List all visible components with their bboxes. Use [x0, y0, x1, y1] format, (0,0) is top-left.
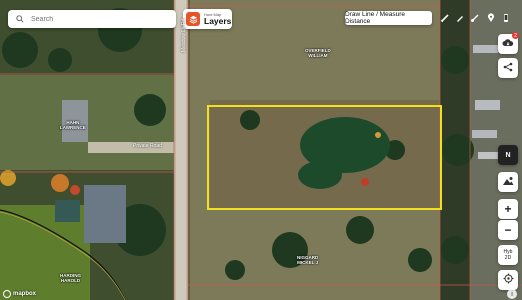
parcel-owner-line2: WILLIAM: [308, 53, 328, 59]
pencil-icon[interactable]: [439, 12, 451, 24]
info-icon[interactable]: i: [507, 289, 517, 299]
road-label-private: Private Road: [133, 143, 162, 149]
road-label-vertical: Meadow Lk Rd: [181, 18, 187, 52]
phone-icon[interactable]: [500, 12, 512, 24]
zoom-out-button[interactable]: −: [498, 220, 518, 240]
locate-button[interactable]: [498, 270, 518, 290]
layers-button[interactable]: Hunt Map Layers: [183, 9, 232, 29]
share-button[interactable]: [498, 58, 518, 78]
parcel-label[interactable]: NIGGARD MICKEL J: [297, 255, 318, 265]
mapbox-label: mapbox: [13, 291, 37, 297]
mapbox-icon: [3, 290, 11, 298]
satellite-map[interactable]: [0, 0, 522, 300]
share-icon: [503, 59, 513, 77]
compass-north-label: N: [505, 151, 511, 159]
pin-icon[interactable]: [485, 12, 497, 24]
layers-icon: [186, 12, 200, 26]
parcel-owner-line2: HAROLD: [60, 278, 81, 284]
notification-badge: 2: [512, 32, 519, 39]
search-bar[interactable]: [8, 10, 176, 28]
compass-button[interactable]: N: [498, 145, 518, 165]
map-view-label: 2D: [504, 255, 512, 261]
map-mode-toggle[interactable]: Hyb 2D: [498, 245, 518, 265]
search-icon: [13, 12, 27, 26]
layers-label: Layers: [204, 15, 232, 26]
parcel-label[interactable]: HARDING HAROLD: [60, 273, 81, 283]
measure-distance-button[interactable]: Draw Line / Measure Distance: [345, 11, 432, 25]
parcel-label[interactable]: OVERFIELD WILLIAM: [305, 48, 331, 58]
search-input[interactable]: [31, 15, 161, 23]
drawing-tools: [437, 10, 514, 26]
minus-icon: −: [504, 223, 512, 237]
parcel-owner-line2: LAWRENCE: [60, 125, 86, 131]
mapbox-logo[interactable]: mapbox: [3, 290, 36, 298]
terrain-button[interactable]: [498, 172, 518, 192]
pen-icon[interactable]: [454, 12, 466, 24]
parcel-label[interactable]: HAHN LAWRENCE: [60, 120, 86, 130]
brush-icon[interactable]: [469, 12, 481, 24]
plus-icon: +: [504, 202, 512, 216]
mountain-cloud-icon: [502, 173, 514, 191]
zoom-in-button[interactable]: +: [498, 199, 518, 219]
parcel-owner-line2: MICKEL J: [297, 260, 319, 266]
crosshair-icon: [503, 271, 514, 289]
